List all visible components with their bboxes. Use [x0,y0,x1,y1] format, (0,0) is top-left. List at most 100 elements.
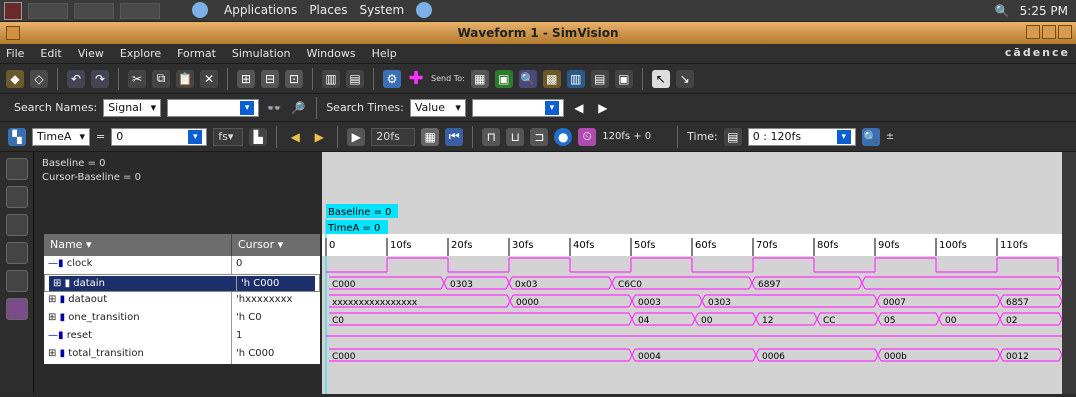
side-tool-icon[interactable] [5,242,28,264]
redo-icon[interactable]: ↷ [91,69,109,88]
zoom-fit-icon[interactable]: 🔍 [861,127,880,146]
time-range-input[interactable]: 0 : 120fs ▾ [747,127,856,146]
step-out-icon[interactable]: ⊐ [530,127,549,146]
table-row[interactable]: ⊞ ▮ one_transition 'h C0 [44,310,320,328]
zoom-pointer-icon[interactable]: ↘ [675,69,694,88]
menu-simulation[interactable]: Simulation [232,47,291,60]
zoom-full-icon[interactable]: ⊡ [285,69,303,88]
side-tool-icon[interactable] [5,270,28,292]
design-browser-icon[interactable]: ◆ [6,69,24,88]
baseline-info[interactable]: Baseline = 0 [42,158,106,169]
rewind-icon[interactable]: ⏮ [445,127,464,146]
schematic-icon[interactable]: ◇ [30,69,48,88]
search-names-select[interactable]: Signal ▾ [103,98,162,117]
range-icon[interactable]: ▤ [723,127,742,146]
panel-launcher[interactable] [120,2,160,19]
menu-help[interactable]: Help [372,47,397,60]
table-row[interactable]: ⊞ ▮ datain 'h C000 [44,274,320,292]
send-to-list-icon[interactable]: ▤ [590,69,609,88]
menu-applications[interactable]: Applications [224,3,297,17]
undo-icon[interactable]: ↶ [67,69,85,88]
minimize-icon[interactable] [1026,25,1040,39]
snap-icon[interactable]: ▙ [249,127,268,146]
delete-icon[interactable]: ✕ [200,69,218,88]
zoom-step-input[interactable]: 20fs [371,127,416,146]
help-icon[interactable] [416,2,433,18]
select-pointer-icon[interactable]: ↖ [651,69,670,88]
side-tool-icon[interactable] [5,214,28,236]
chevron-down-icon[interactable]: ▾ [544,100,559,115]
panel-launcher[interactable] [74,2,114,19]
time-value-input[interactable]: 0 ▾ [111,127,208,146]
step-in-icon[interactable]: ⊔ [506,127,525,146]
search-icon[interactable]: 🔍 [995,4,1010,18]
prev-edge-icon[interactable]: ◀ [286,128,304,146]
search-names-input[interactable]: ▾ [167,98,260,117]
close-icon[interactable] [1058,25,1072,39]
side-tool-icon[interactable] [5,186,28,208]
name-header[interactable]: Name ▾ [44,234,232,256]
binoculars-icon[interactable]: 👓 [265,99,283,117]
table-row[interactable]: —▮ clock 0 [44,256,320,274]
stop-icon[interactable]: ▦ [421,127,440,146]
add-icon[interactable]: ✚ [407,68,425,89]
next-edge-icon[interactable]: ▶ [310,128,328,146]
expand-icon[interactable]: ⊞ [48,294,56,305]
menu-places[interactable]: Places [309,3,347,17]
table-row[interactable]: ⊞ ▮ total_transition 'h C000 [44,346,320,364]
search-forward-icon[interactable]: ▶ [594,99,612,117]
menu-format[interactable]: Format [177,47,216,60]
send-to-register-icon[interactable]: ▩ [542,69,561,88]
send-to-search-icon[interactable]: 🔍 [518,69,537,88]
search-backward-icon[interactable]: ◀ [570,99,588,117]
run-icon[interactable]: ▶ [347,127,366,146]
menu-windows[interactable]: Windows [306,47,355,60]
maximize-icon[interactable] [1042,25,1056,39]
cursor-marker-icon[interactable]: ▚ [8,127,26,146]
menu-file[interactable]: File [6,47,24,60]
expand-icon[interactable]: ⊞ [53,278,61,289]
side-tool-icon[interactable] [5,298,28,320]
waveform-svg[interactable]: Baseline = 0 TimeA = 0 0 10fs 20fs 30fs 40fs… [322,152,1066,394]
panel-launcher[interactable] [28,2,68,19]
expand-icon[interactable]: ⊞ [48,348,56,359]
waveform-icon[interactable]: ▤ [346,69,364,88]
distro-logo-icon[interactable] [4,1,22,20]
cut-icon[interactable]: ✂ [128,69,146,88]
waveform-pane[interactable]: Baseline = 0 TimeA = 0 0 10fs 20fs 30fs 40fs… [322,152,1066,394]
zoom-plus-minus-icon[interactable]: ± [886,131,894,142]
menu-view[interactable]: View [78,47,104,60]
table-row[interactable]: —▮ reset 1 [44,328,320,346]
window-titlebar[interactable]: Waveform 1 - SimVision [0,22,1076,44]
expand-icon[interactable]: ⊞ [48,312,56,323]
clock-time[interactable]: 5:25 PM [1020,4,1068,18]
chevron-down-icon[interactable]: ▾ [836,129,851,144]
chevron-down-icon[interactable]: ▾ [240,100,255,115]
search-times-select[interactable]: Value ▾ [409,98,466,117]
marker-icon[interactable]: ▥ [322,69,340,88]
send-to-memory-icon[interactable]: ▣ [614,69,633,88]
send-to-source-icon[interactable]: ▦ [470,69,489,88]
time-select[interactable]: TimeA ▾ [32,127,90,146]
chevron-down-icon[interactable]: ▾ [188,129,203,144]
zoom-out-icon[interactable]: ⊟ [261,69,279,88]
window-menu-icon[interactable] [6,26,20,40]
vertical-scrollbar[interactable] [1062,152,1076,394]
table-row[interactable]: ⊞ ▮ dataout 'hxxxxxxxx [44,292,320,310]
gear-icon[interactable]: ⚙ [383,69,401,88]
paste-icon[interactable]: 📋 [176,69,194,88]
dock-close-icon[interactable] [5,158,28,180]
send-to-waveform-icon[interactable]: ▥ [566,69,585,88]
menu-explore[interactable]: Explore [120,47,161,60]
step-icon[interactable]: ⊓ [482,127,501,146]
search-times-input[interactable]: ▾ [471,98,564,117]
cursor-header[interactable]: Cursor ▾ [232,234,320,256]
cursor-baseline-info[interactable]: Cursor-Baseline = 0 [42,172,141,183]
zoom-in-icon[interactable]: ⊞ [237,69,255,88]
search-next-icon[interactable]: 🔎 [289,99,307,117]
menu-system[interactable]: System [359,3,404,17]
send-to-schematic-icon[interactable]: ▣ [494,69,513,88]
copy-icon[interactable]: ⧉ [152,69,170,88]
menu-edit[interactable]: Edit [40,47,61,60]
unit-select[interactable]: fs ▾ [213,127,244,146]
